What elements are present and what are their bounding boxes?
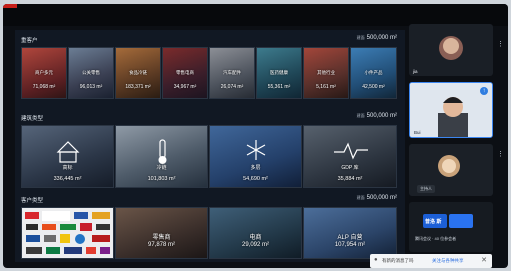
- tile-label: ALP 自营: [337, 235, 363, 241]
- brand-logos-image: [25, 211, 110, 254]
- close-icon[interactable]: ✕: [481, 256, 487, 264]
- notification-toast[interactable]: ● 有新的消息了吗 关注与各种共享 ✕: [370, 254, 492, 268]
- tile-type-1: 高标 336,445 m²: [21, 125, 114, 188]
- section-customers: 客户类型 建面 500,000 m² 零售商 97,878 m² 电商 29,092 …: [21, 195, 399, 260]
- tile-value: 101,803 m²: [147, 176, 176, 182]
- recording-indicator: [3, 4, 17, 8]
- speaking-badge: ↑: [480, 87, 488, 95]
- more-options-icon[interactable]: ⋮: [497, 150, 504, 158]
- tile-retail-8: 小件产品 42,500 m²: [350, 47, 397, 99]
- section-title: 重客户: [21, 38, 38, 44]
- tile-value: 183,371 m²: [125, 84, 151, 90]
- section-types: 建筑类型 建面 500,000 m² 高标 336,445 m² 冷链 101,803…: [21, 113, 399, 190]
- section-title: 客户类型: [21, 198, 44, 204]
- meeting-screen: 重客户 建面 500,000 m² 商户多元 71,068 m² 公关零售 96,01…: [3, 4, 508, 268]
- tile-value: 29,092 m²: [241, 242, 269, 248]
- tile-retail-5: 汽车配件 26,074 m²: [209, 47, 255, 99]
- tile-customer-4: ALP 自营 107,954 m²: [303, 207, 397, 259]
- tile-retail-4: 零售电商 34,967 m²: [162, 47, 208, 99]
- host-chip: 主持人: [417, 185, 435, 193]
- brand-logo-wall: [21, 207, 114, 259]
- participant-tile-3[interactable]: 主持人: [409, 144, 493, 196]
- area-prefix: 建面: [356, 113, 365, 118]
- company-logo-text: 普洛 斯: [425, 219, 442, 225]
- tile-value: 42,500 m²: [362, 84, 385, 90]
- tile-retail-2: 公关零售 96,013 m²: [68, 47, 114, 99]
- tile-label: 食品冷链: [129, 70, 147, 75]
- participant-tile-2[interactable]: ↑ Bui: [409, 82, 493, 138]
- tile-value: 5,161 m²: [316, 84, 336, 90]
- tile-value: 107,954 m²: [334, 242, 366, 248]
- tile-type-3: 多层 54,690 m²: [209, 125, 302, 188]
- tile-label: 商户多元: [35, 70, 53, 75]
- meeting-caption: 腾讯会议 · 40 位参会者: [415, 236, 457, 241]
- more-options-icon[interactable]: ⋮: [497, 40, 504, 48]
- tile-retail-1: 商户多元 71,068 m²: [21, 47, 67, 99]
- tile-retail-3: 食品冷链 183,371 m²: [115, 47, 161, 99]
- tile-customer-2: 零售商 97,878 m²: [115, 207, 208, 259]
- section-retail: 重客户 建面 500,000 m² 商户多元 71,068 m² 公关零售 96,01…: [21, 35, 399, 108]
- tile-label: 医药健康: [270, 70, 288, 75]
- section-area: 建面 500,000 m²: [357, 195, 397, 201]
- participant-tile-4[interactable]: 普洛 斯 腾讯会议 · 40 位参会者: [409, 202, 493, 252]
- tile-value: 26,074 m²: [220, 84, 244, 90]
- tile-label: 公关零售: [82, 70, 100, 75]
- section-area: 建面 500,000 m²: [357, 113, 397, 119]
- tile-customer-3: 电商 29,092 m²: [209, 207, 302, 259]
- tile-type-4: GDP 库 35,884 m²: [303, 125, 397, 188]
- area-value: 500,000 m²: [366, 35, 397, 41]
- tile-type-2: 冷链 101,803 m²: [115, 125, 208, 188]
- participant-sidebar[interactable]: jia ⋮ ↑ Bui 主持人 ⋮ 普洛 斯 腾讯会议 · 40 位参会者: [407, 18, 505, 264]
- area-prefix: 建面: [356, 195, 365, 200]
- tile-value: 336,445 m²: [53, 176, 82, 182]
- tile-label: GDP 库: [341, 165, 359, 171]
- area-value: 500,000 m²: [366, 113, 397, 119]
- tile-value: 54,690 m²: [243, 176, 268, 182]
- tile-value: 55,361 m²: [267, 84, 291, 90]
- bell-icon: ●: [374, 257, 378, 263]
- participant-avatar: [439, 36, 463, 60]
- section-title: 建筑类型: [21, 116, 44, 122]
- section-area: 建面 500,000 m²: [357, 35, 397, 41]
- tile-label: 汽车配件: [223, 70, 241, 75]
- tile-value: 71,068 m²: [32, 84, 56, 90]
- shared-slide: 重客户 建面 500,000 m² 商户多元 71,068 m² 公关零售 96,01…: [15, 30, 405, 262]
- company-logo-tile-2: [449, 214, 473, 228]
- tile-retail-6: 医药健康 55,361 m²: [256, 47, 302, 99]
- tile-label: 电商: [249, 235, 262, 241]
- participant-name: jia: [413, 69, 418, 74]
- tile-value: 96,013 m²: [79, 84, 103, 90]
- area-prefix: 建面: [356, 35, 365, 40]
- tile-label: 高标: [62, 165, 73, 171]
- tile-value: 35,884 m²: [337, 176, 363, 182]
- tile-label: 零售商: [152, 235, 171, 241]
- toast-link[interactable]: 关注与各种共享: [432, 258, 464, 264]
- area-value: 500,000 m²: [366, 195, 397, 201]
- tile-retail-7: 其他行业 5,161 m²: [303, 47, 349, 99]
- tile-value: 34,967 m²: [173, 84, 197, 90]
- participant-name: Bui: [414, 130, 421, 135]
- participant-tile-1[interactable]: jia: [409, 24, 493, 76]
- toast-message: 有新的消息了吗: [382, 258, 414, 263]
- tile-label: 冷链: [156, 165, 167, 171]
- tile-label: 零售电商: [176, 70, 194, 75]
- tile-label: 其他行业: [317, 70, 335, 75]
- tile-label: 多层: [250, 165, 261, 171]
- tile-label: 小件产品: [364, 70, 383, 75]
- tile-value: 97,878 m²: [147, 242, 175, 248]
